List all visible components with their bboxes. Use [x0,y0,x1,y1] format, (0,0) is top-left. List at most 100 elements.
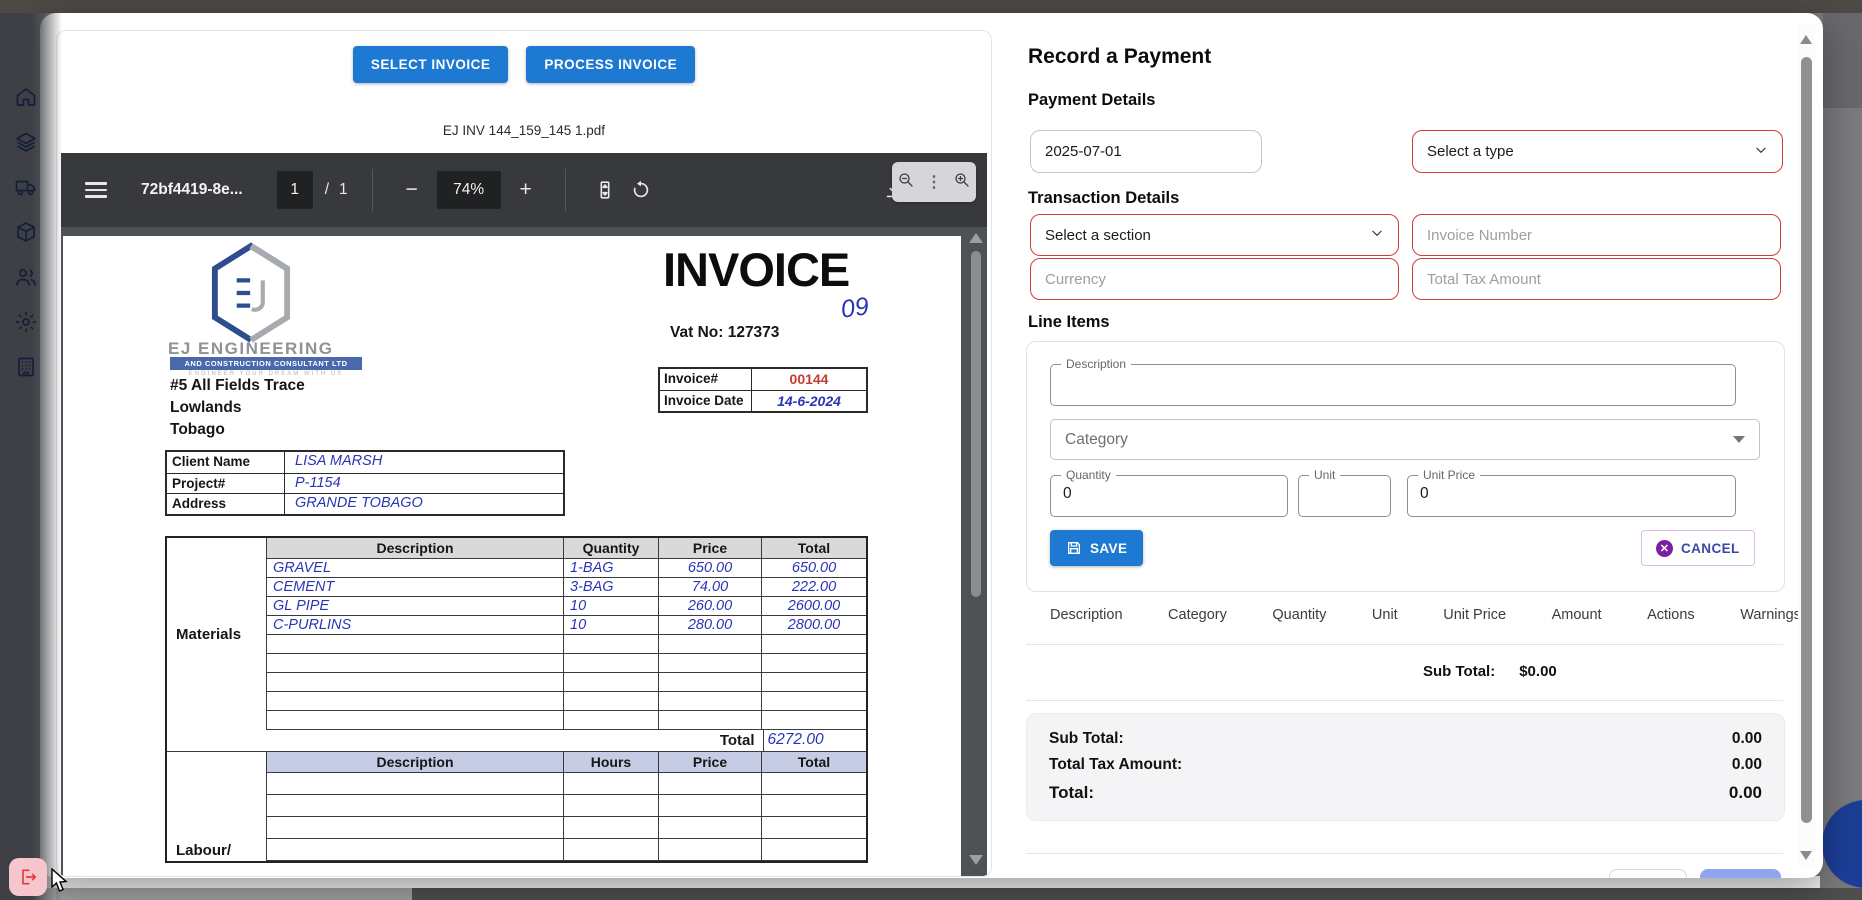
table-cell [762,654,866,673]
table-cell: 222.00 [762,578,866,597]
table-cell [267,817,866,839]
quantity-input[interactable]: Quantity 0 [1050,475,1288,517]
logout-button[interactable] [9,858,47,896]
select-invoice-button[interactable]: SELECT INVOICE [353,46,509,83]
description-input[interactable]: Description [1050,364,1736,406]
line-items-table-header: DescriptionCategoryQuantityUnitUnit Pric… [1030,607,1817,623]
labour-section-label: Labour/ [167,752,267,861]
pdf-scrollbar-thumb[interactable] [971,251,981,597]
package-icon [14,220,38,244]
category-value: Category [1065,431,1128,449]
horizontal-scrollbar-thumb[interactable] [56,888,412,900]
pdf-document-title: 72bf4419-8e... [141,181,243,199]
table-cell: Description [267,538,564,559]
currency-input[interactable]: Currency [1030,258,1399,300]
payment-type-select[interactable]: Select a type [1412,130,1783,173]
save-button[interactable]: SAVE [1050,530,1143,566]
payment-details-heading: Payment Details [1028,91,1155,110]
fit-page-icon[interactable] [590,175,620,205]
table-cell [267,839,564,861]
sidebar-item-layers[interactable] [12,128,40,156]
totals-row: Total Tax Amount:0.00 [1049,752,1762,778]
zoom-level-input[interactable]: 74% [437,171,501,209]
table-cell [659,795,762,817]
scroll-up-icon[interactable] [1800,35,1812,44]
save-disk-icon [1066,540,1082,556]
scroll-down-icon[interactable] [969,855,983,865]
company-subtitle: AND CONSTRUCTION CONSULTANT LTD [170,357,362,370]
unit-price-input[interactable]: Unit Price 0 [1407,475,1736,517]
table-cell: GRAVEL [267,559,564,578]
category-select[interactable]: Category [1050,419,1760,460]
scroll-down-icon[interactable] [1800,851,1812,860]
building-icon [14,355,38,379]
payment-date-input[interactable]: 2025-07-01 [1030,130,1262,173]
invoice-viewer-card: SELECT INVOICE PROCESS INVOICE EJ INV 14… [56,30,992,877]
subtotal-value: $0.00 [1519,663,1557,680]
more-options-icon[interactable]: ⋮ [926,180,942,185]
unit-input[interactable]: Unit [1298,475,1391,517]
rotate-icon[interactable] [626,175,656,205]
modal-cancel-button[interactable]: Cancel [1609,869,1687,878]
pdf-scrollbar[interactable] [968,227,984,876]
process-invoice-button[interactable]: PROCESS INVOICE [526,46,695,83]
table-cell: Price [659,538,762,559]
section-select[interactable]: Select a section [1030,214,1399,256]
table-cell: Invoice#00144 [660,369,866,390]
table-cell: 2800.00 [762,616,866,635]
total-tax-input[interactable]: Total Tax Amount [1412,258,1781,300]
company-address-line: #5 All Fields Trace [170,377,305,395]
table-cell [762,711,866,730]
zoom-out-button[interactable]: − [397,175,427,205]
table-cell [267,711,564,730]
quantity-label: Quantity [1061,468,1116,482]
table-cell [762,692,866,711]
table-cell: Address [167,494,285,514]
totals-grand-total-row: Total:0.00 [1049,778,1762,808]
floating-zoom-widget: ⋮ [892,162,976,202]
sidebar-item-settings[interactable] [12,308,40,336]
sidebar-item-inventory[interactable] [12,218,40,246]
sidebar-item-home[interactable] [12,83,40,111]
table-cell: Description [267,752,564,773]
table-cell: GL PIPE10260.002600.00 [267,597,866,616]
handwritten-note: 09 [839,292,871,325]
table-cell [659,635,762,654]
table-cell [659,692,762,711]
panel-scrollbar-thumb[interactable] [1801,57,1812,823]
line-items-subtotal: Sub Total: $0.00 [1423,663,1557,680]
page-number-input[interactable]: 1 [277,171,313,209]
table-cell [762,817,866,839]
toolbar-divider [372,169,373,211]
panel-scrollbar[interactable] [1798,23,1815,868]
floating-action-button[interactable] [1822,800,1862,888]
magnifier-zoom-in-icon[interactable] [953,171,971,194]
sidebar-item-deliveries[interactable] [12,173,40,201]
cancel-button-label: CANCEL [1681,541,1740,556]
table-cell [762,635,866,654]
invoice-number-input[interactable]: Invoice Number [1412,214,1781,256]
table-cell [267,635,866,654]
materials-total-row: Total 6272.00 [167,730,866,752]
table-cell: 74.00 [659,578,762,597]
zoom-in-button[interactable]: + [511,175,541,205]
menu-icon[interactable] [85,182,107,198]
column-header: Amount [1552,607,1602,623]
cancel-line-item-button[interactable]: ✕ CANCEL [1641,530,1755,566]
table-cell: Quantity [564,538,659,559]
invoice-page: EJ ENGINEERING AND CONSTRUCTION CONSULTA… [63,236,961,876]
cancel-x-icon: ✕ [1656,540,1673,557]
app-sidebar [0,13,64,900]
table-cell [659,711,762,730]
invoice-meta-table: Invoice#00144Invoice Date14-6-2024 [658,367,868,413]
scroll-up-icon[interactable] [969,233,983,243]
sidebar-item-users[interactable] [12,263,40,291]
company-address-line: Lowlands [170,399,241,417]
table-cell [267,654,564,673]
table-cell: GRANDE TOBAGO [285,494,563,514]
sidebar-item-company[interactable] [12,353,40,381]
magnifier-zoom-out-icon[interactable] [897,171,915,194]
logout-icon [18,867,38,887]
modal-submit-button[interactable]: Submit [1700,869,1781,878]
table-cell [267,673,564,692]
